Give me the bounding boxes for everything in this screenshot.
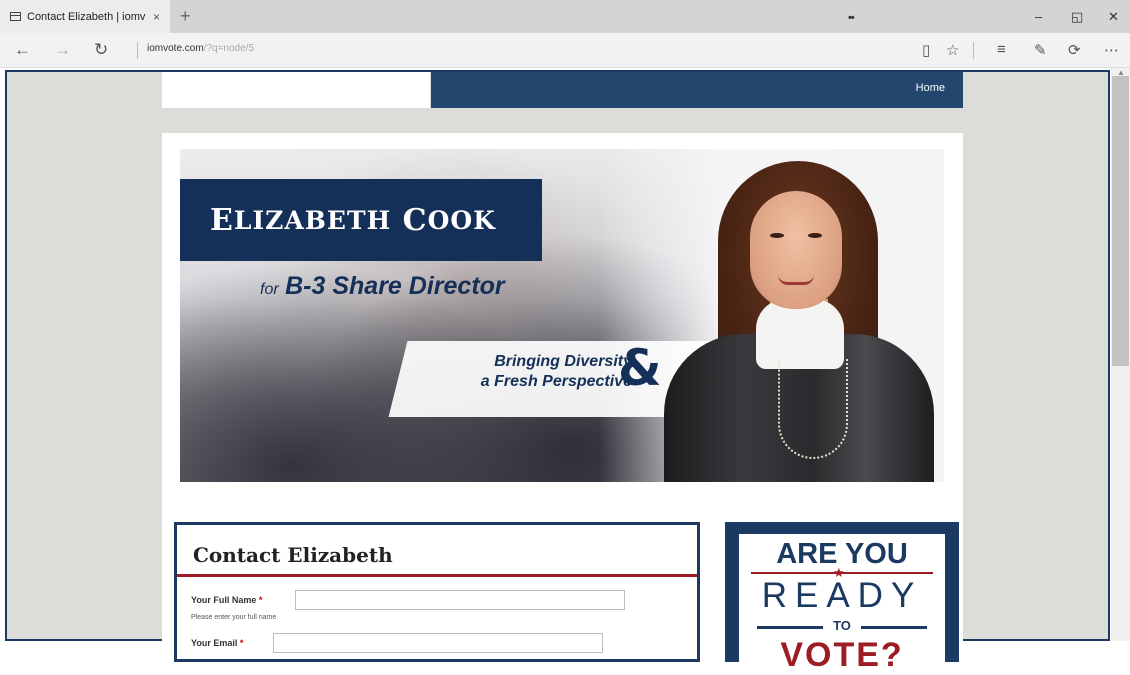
web-note-icon[interactable]: ✎ bbox=[1034, 41, 1047, 59]
refresh-icon[interactable]: ↻ bbox=[94, 40, 108, 60]
portrait-face bbox=[750, 191, 842, 309]
restore-icon[interactable]: ◱ bbox=[1071, 9, 1083, 25]
vote-graphic-inner: ARE YOU ★ READY TO VOTE? bbox=[739, 534, 945, 674]
site-logo-area bbox=[162, 72, 430, 108]
back-icon[interactable]: ← bbox=[14, 40, 31, 60]
portrait-eye-left bbox=[770, 233, 784, 238]
url-path: /?q=node/5 bbox=[203, 43, 255, 54]
site-nav-bar: Home bbox=[431, 72, 963, 108]
candidate-name-box: E LIZABETH C OOK bbox=[180, 179, 542, 261]
new-tab-icon[interactable]: + bbox=[180, 6, 191, 27]
contact-divider bbox=[177, 574, 697, 577]
minimize-icon[interactable]: – bbox=[1035, 9, 1042, 24]
email-label-text: Your Email bbox=[191, 638, 238, 648]
ampersand: & bbox=[618, 339, 662, 397]
slogan-line-1: Bringing Diversity bbox=[494, 353, 632, 370]
vote-graphic: ARE YOU ★ READY TO VOTE? bbox=[725, 522, 959, 674]
tab-bar: Contact Elizabeth | iomv × + •• – ◱ ✕ bbox=[0, 0, 1130, 33]
slogan-line-2: a Fresh Perspective bbox=[480, 373, 632, 390]
tab-page-icon bbox=[10, 12, 21, 21]
contact-title: Contact Elizabeth bbox=[193, 543, 393, 567]
more-icon[interactable]: ⋯ bbox=[1104, 41, 1119, 59]
tab-preview-dots[interactable]: •• bbox=[848, 12, 855, 24]
favorite-star-icon[interactable]: ☆ bbox=[946, 41, 959, 59]
browser-tab[interactable]: Contact Elizabeth | iomv × bbox=[0, 0, 170, 33]
name-initial-1: E bbox=[210, 202, 234, 238]
url-separator bbox=[137, 42, 138, 59]
toolbar-separator bbox=[973, 42, 974, 59]
name-rest-1: LIZABETH bbox=[233, 205, 392, 235]
forward-icon[interactable]: → bbox=[54, 40, 71, 60]
address-bar: ← → ↻ iomvote.com/?q=node/5 ▯ ☆ ≡ ✎ ⟳ ⋯ bbox=[0, 33, 1130, 68]
contact-form-box: Contact Elizabeth Your Full Name * Pleas… bbox=[174, 522, 700, 662]
position-line: for B-3 Share Director bbox=[260, 272, 505, 301]
vote-to: TO bbox=[823, 618, 861, 633]
vertical-scrollbar[interactable]: ▲ bbox=[1111, 68, 1130, 641]
close-window-icon[interactable]: ✕ bbox=[1108, 9, 1119, 25]
share-icon[interactable]: ⟳ bbox=[1068, 41, 1081, 59]
full-name-help: Please enter your full name bbox=[191, 614, 277, 621]
portrait-eye-right bbox=[808, 233, 822, 238]
for-word: for bbox=[260, 281, 279, 298]
required-mark: * bbox=[258, 595, 263, 605]
main-content: E LIZABETH C OOK for B-3 Share Director Br… bbox=[162, 133, 963, 674]
name-initial-2: C bbox=[402, 202, 428, 238]
name-rest-2: OOK bbox=[427, 205, 496, 235]
hub-icon[interactable]: ≡ bbox=[997, 41, 1006, 58]
tab-close-icon[interactable]: × bbox=[153, 10, 160, 24]
email-input[interactable] bbox=[273, 633, 603, 653]
required-mark: * bbox=[239, 638, 244, 648]
email-label: Your Email * bbox=[191, 638, 243, 648]
site-frame: Home E LIZABETH C OOK for B-3 Share Direct… bbox=[5, 70, 1110, 674]
url-host: iomvote.com bbox=[147, 43, 204, 54]
position-title: B-3 Share Director bbox=[285, 272, 505, 300]
reading-view-icon[interactable]: ▯ bbox=[922, 41, 930, 59]
tab-title: Contact Elizabeth | iomv bbox=[27, 10, 146, 23]
full-name-input[interactable] bbox=[295, 590, 625, 610]
portrait-necklace bbox=[778, 359, 848, 459]
campaign-banner: E LIZABETH C OOK for B-3 Share Director Br… bbox=[180, 149, 944, 482]
vote-line-2: READY bbox=[761, 576, 923, 615]
candidate-portrait bbox=[658, 149, 944, 482]
scrollbar-thumb[interactable] bbox=[1112, 76, 1129, 366]
portrait-smile bbox=[778, 275, 814, 285]
nav-home-link[interactable]: Home bbox=[916, 82, 945, 94]
slogan: Bringing Diversity a Fresh Perspective bbox=[420, 352, 632, 392]
url-field[interactable]: iomvote.com/?q=node/5 bbox=[147, 43, 254, 54]
full-name-label: Your Full Name * bbox=[191, 595, 262, 605]
full-name-label-text: Your Full Name bbox=[191, 595, 257, 605]
vote-line-3: VOTE? bbox=[780, 636, 904, 674]
page-viewport: Home E LIZABETH C OOK for B-3 Share Direct… bbox=[0, 68, 1130, 674]
